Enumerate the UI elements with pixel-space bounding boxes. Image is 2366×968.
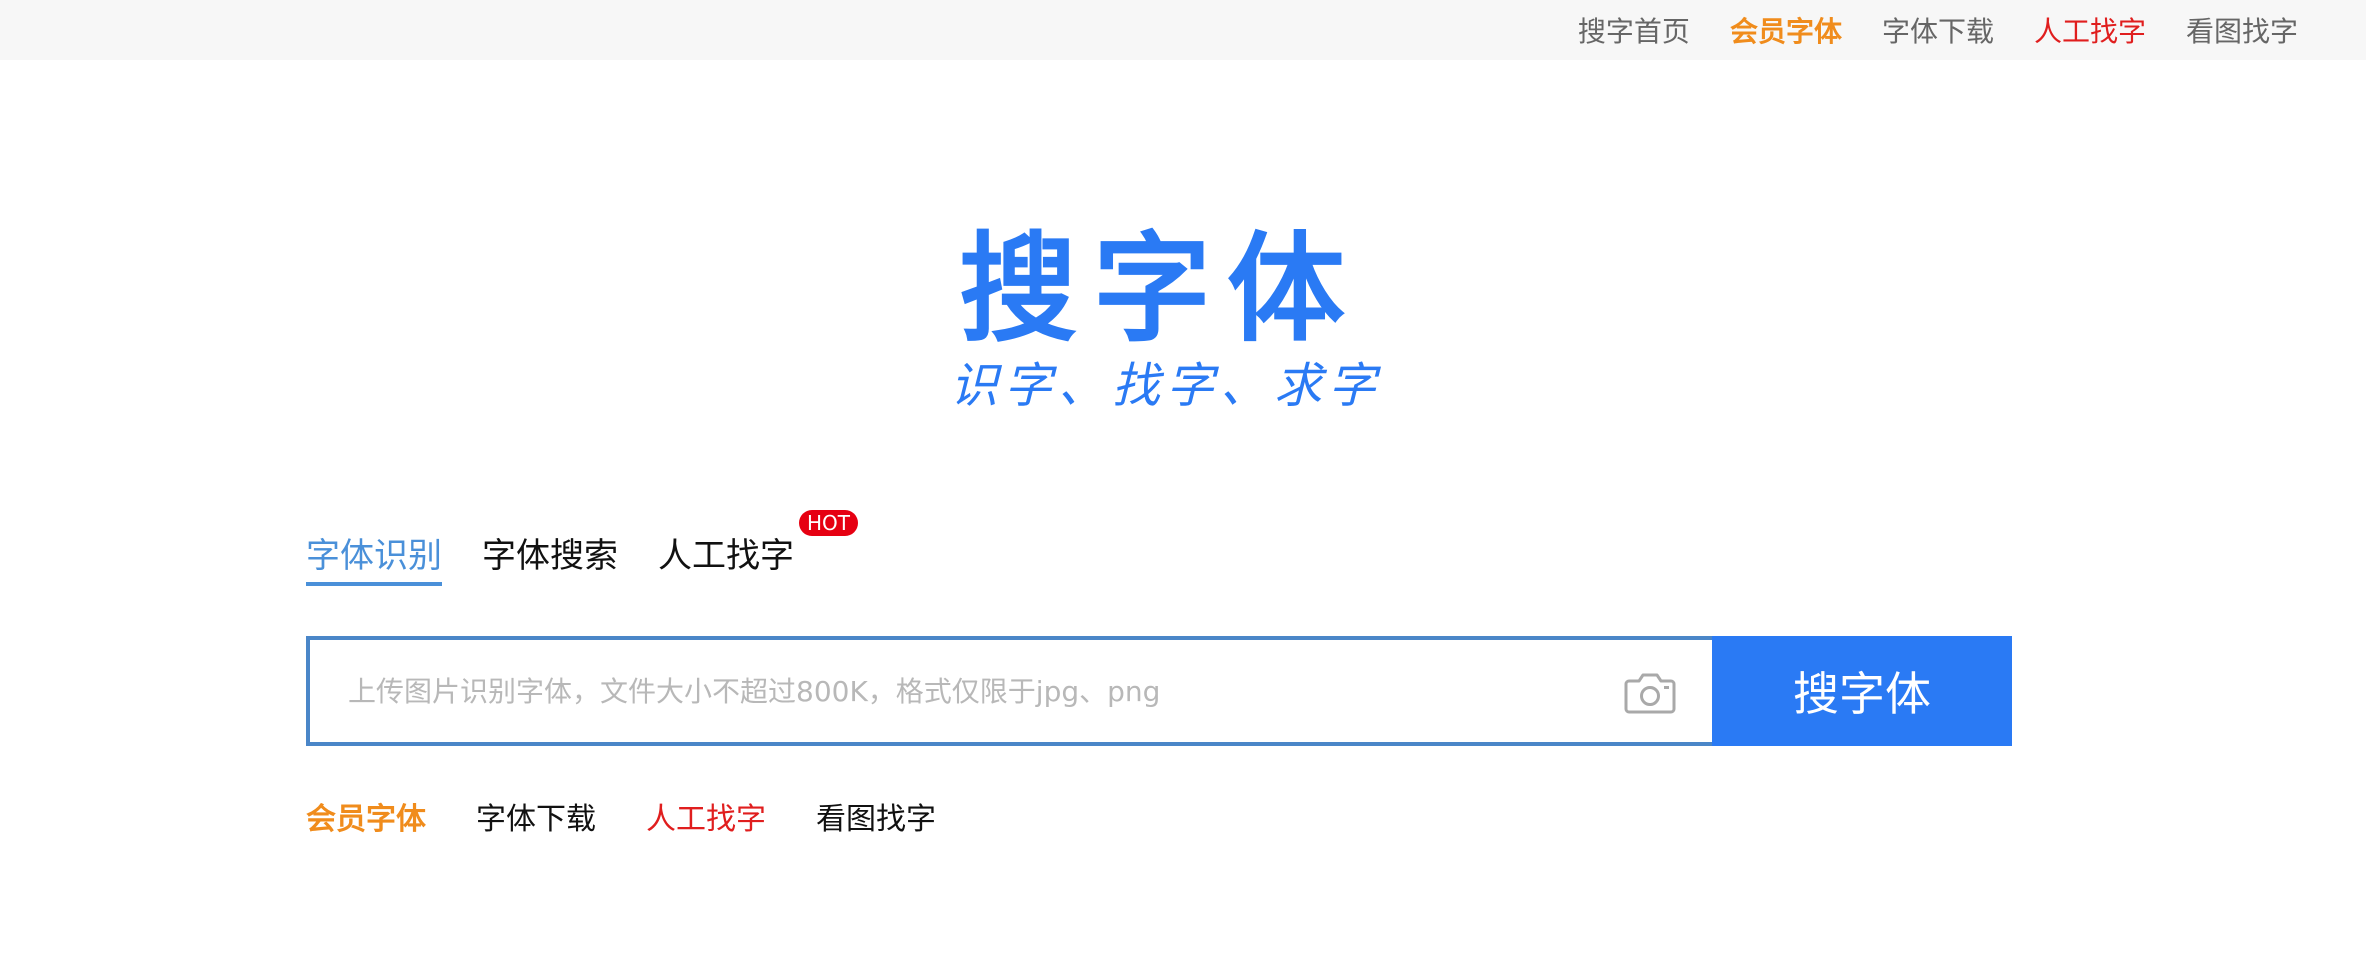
tab-manual-find[interactable]: 人工找字 HOT — [658, 510, 858, 582]
camera-icon[interactable] — [1624, 672, 1676, 714]
top-nav-home-link[interactable]: 搜字首页 — [1578, 10, 1690, 50]
tab-font-search[interactable]: 字体搜索 — [482, 530, 618, 582]
search-mode-tabs: 字体识别 字体搜索 人工找字 HOT — [306, 510, 858, 586]
top-nav-vip-fonts-link[interactable]: 会员字体 — [1730, 10, 1842, 50]
top-nav-image-find-link[interactable]: 看图找字 — [2186, 10, 2298, 50]
logo-slogan: 识字、找字、求字 — [950, 358, 1383, 414]
quick-links: 会员字体 字体下载 人工找字 看图找字 — [306, 794, 986, 838]
tab-font-recognition[interactable]: 字体识别 — [306, 530, 442, 586]
hot-badge: HOT — [799, 510, 858, 536]
search-button[interactable]: 搜字体 — [1712, 636, 2012, 746]
quick-link-manual-find[interactable]: 人工找字 — [646, 794, 766, 838]
logo-title: 搜字体 — [958, 220, 1361, 358]
search-box — [306, 636, 1712, 746]
search-input[interactable] — [310, 640, 1712, 742]
top-nav-manual-find-link[interactable]: 人工找字 — [2034, 10, 2146, 50]
top-bar: 搜字首页 会员字体 字体下载 人工找字 看图找字 — [0, 0, 2366, 60]
tab-manual-find-label: 人工找字 — [658, 536, 794, 576]
quick-link-font-download[interactable]: 字体下载 — [476, 794, 596, 838]
quick-link-image-find[interactable]: 看图找字 — [816, 794, 936, 838]
search-bar: 搜字体 — [306, 636, 2012, 746]
top-nav: 搜字首页 会员字体 字体下载 人工找字 看图找字 — [1538, 0, 2298, 60]
top-nav-font-download-link[interactable]: 字体下载 — [1882, 10, 1994, 50]
site-logo: 搜字体 识字、找字、求字 — [950, 220, 1383, 414]
quick-link-vip-fonts[interactable]: 会员字体 — [306, 794, 426, 838]
